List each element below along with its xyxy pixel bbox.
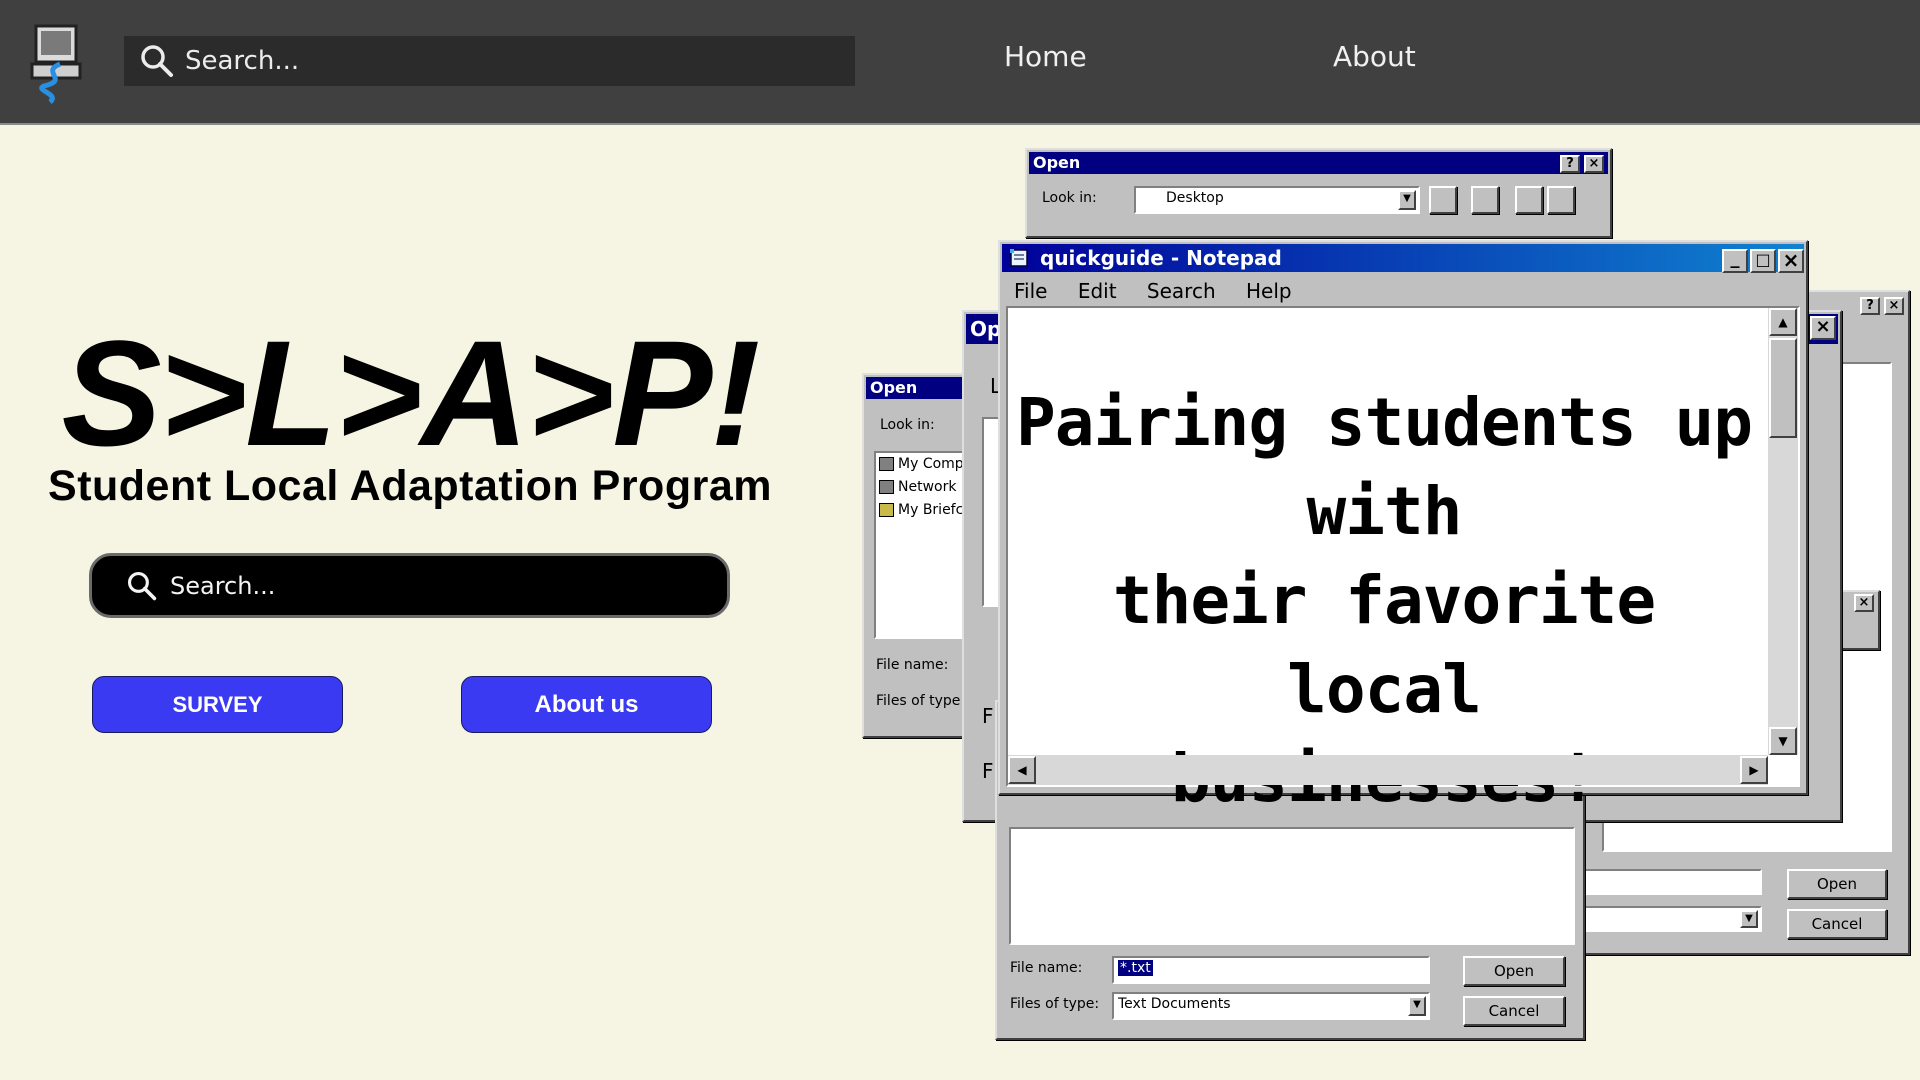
cancel-button[interactable]: Cancel (1463, 996, 1565, 1026)
list-view-icon[interactable] (1515, 186, 1543, 214)
computer-icon (879, 457, 894, 471)
close-icon[interactable]: × (1778, 249, 1804, 273)
file-name-input[interactable]: *.txt (1112, 956, 1430, 984)
files-of-type-select[interactable]: Text Documents ▼ (1112, 992, 1430, 1020)
menu-edit[interactable]: Edit (1078, 279, 1117, 303)
open-button[interactable]: Open (1787, 869, 1887, 899)
about-us-button[interactable]: About us (461, 676, 712, 733)
look-in-label: Look in: (1042, 190, 1097, 206)
look-in-select[interactable]: Desktop ▼ (1134, 186, 1420, 214)
hero-search-placeholder: Search... (170, 571, 276, 600)
file-list[interactable] (1009, 827, 1575, 945)
search-icon (141, 45, 173, 77)
vertical-scrollbar[interactable]: ▲ ▼ (1768, 308, 1798, 755)
horizontal-scrollbar[interactable]: ◀ ▶ (1008, 755, 1768, 785)
chevron-down-icon[interactable]: ▼ (1398, 190, 1416, 210)
notepad-title: quickguide - Notepad (1002, 244, 1804, 272)
file-name-label: File name: (876, 657, 949, 673)
notepad-menu: File Edit Search Help (1014, 279, 1316, 303)
scroll-left-icon[interactable]: ◀ (1008, 756, 1036, 784)
briefcase-icon (879, 503, 894, 517)
file-name-label: File name: (1010, 960, 1083, 976)
search-icon (128, 571, 157, 600)
cancel-button[interactable]: Cancel (1787, 909, 1887, 939)
help-icon[interactable]: ? (1560, 155, 1580, 173)
files-of-type-label: Files of type: (1010, 996, 1100, 1012)
close-icon[interactable]: × (1810, 316, 1836, 340)
nav-search-placeholder: Search... (185, 46, 300, 76)
nav-link-home[interactable]: Home (1004, 40, 1087, 73)
top-nav: Search... Home About (0, 0, 1920, 125)
scroll-right-icon[interactable]: ▶ (1740, 756, 1768, 784)
notepad-window: quickguide - Notepad _ □ × File Edit Sea… (998, 240, 1808, 817)
help-icon[interactable]: ? (1860, 297, 1880, 315)
survey-button[interactable]: SURVEY (92, 676, 343, 733)
details-view-icon[interactable] (1547, 186, 1575, 214)
dialog-title: Open (1029, 152, 1608, 174)
close-icon[interactable]: × (1884, 297, 1904, 315)
open-dialog-top: Open × ? Look in: Desktop ▼ (1025, 148, 1612, 238)
up-folder-icon[interactable] (1429, 186, 1457, 214)
nav-link-about[interactable]: About (1333, 40, 1416, 73)
hero-search-bar[interactable]: Search... (89, 553, 730, 618)
computer-logo-icon[interactable] (30, 24, 90, 104)
nav-search-bar[interactable]: Search... (124, 36, 855, 86)
close-icon[interactable]: × (1854, 594, 1874, 612)
network-icon (879, 480, 894, 494)
hero-subtitle: Student Local Adaptation Program (48, 462, 772, 510)
files-of-type-label: F (982, 759, 994, 783)
menu-search[interactable]: Search (1147, 279, 1216, 303)
look-in-label: Look in: (880, 417, 935, 433)
menu-help[interactable]: Help (1246, 279, 1292, 303)
close-icon[interactable]: × (1584, 155, 1604, 173)
hero-title: S>L>A>P! (61, 309, 761, 477)
new-folder-icon[interactable] (1471, 186, 1499, 214)
chevron-down-icon[interactable]: ▼ (1740, 910, 1758, 928)
file-name-label: F (982, 704, 994, 728)
notepad-icon (1010, 249, 1028, 267)
scroll-up-icon[interactable]: ▲ (1769, 308, 1797, 336)
menu-file[interactable]: File (1014, 279, 1047, 303)
chevron-down-icon[interactable]: ▼ (1408, 996, 1426, 1016)
minimize-icon[interactable]: _ (1722, 249, 1748, 273)
scroll-thumb[interactable] (1769, 338, 1797, 438)
scroll-down-icon[interactable]: ▼ (1769, 727, 1797, 755)
notepad-text-area[interactable]: Pairing students up with their favorite … (1006, 306, 1800, 817)
open-button[interactable]: Open (1463, 956, 1565, 986)
files-of-type-label: Files of type: (876, 693, 966, 709)
maximize-icon[interactable]: □ (1750, 249, 1776, 273)
